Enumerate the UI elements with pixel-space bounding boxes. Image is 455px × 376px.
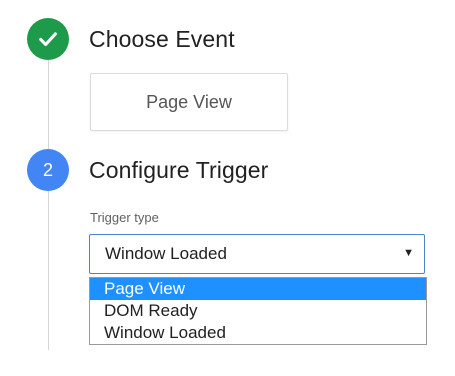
step-timeline-line (48, 60, 49, 350)
option-dom-ready[interactable]: DOM Ready (90, 300, 426, 322)
step-1-title: Choose Event (89, 26, 235, 52)
trigger-type-label: Trigger type (90, 210, 159, 225)
trigger-type-options: Page View DOM Ready Window Loaded (89, 277, 427, 345)
option-window-loaded[interactable]: Window Loaded (90, 322, 426, 344)
event-card[interactable]: Page View (90, 73, 288, 131)
dropdown-arrow-icon: ▼ (403, 247, 414, 259)
trigger-type-select[interactable]: Window Loaded ▼ (89, 234, 425, 274)
trigger-type-value: Window Loaded (105, 244, 227, 263)
step-2-badge: 2 (27, 149, 69, 191)
check-icon (39, 32, 57, 47)
step-2-title: Configure Trigger (89, 157, 269, 183)
trigger-configuration-panel: Choose Event Page View 2 Configure Trigg… (0, 0, 455, 376)
step-1-complete-badge (27, 18, 69, 60)
option-page-view[interactable]: Page View (90, 278, 426, 300)
